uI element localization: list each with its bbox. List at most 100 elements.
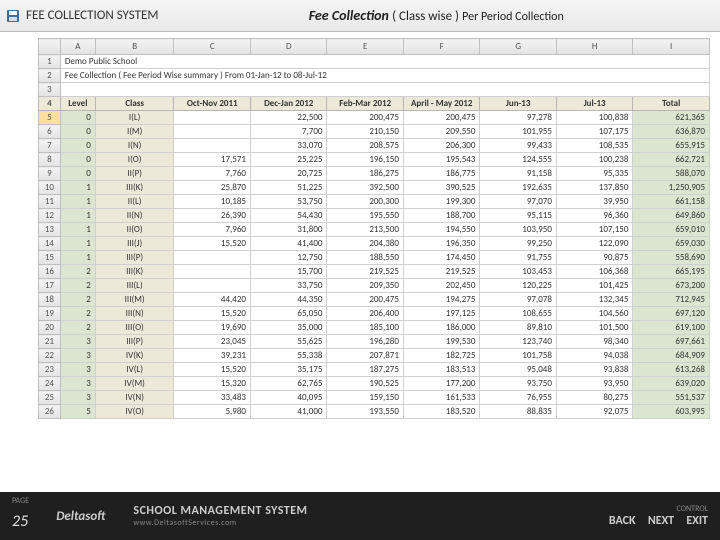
cell[interactable]: IV(K) [95,349,174,363]
cell[interactable]: 31,800 [250,223,326,237]
cell[interactable]: 91,158 [480,167,556,181]
cell[interactable]: 199,300 [403,195,479,209]
cell[interactable]: 182,725 [403,349,479,363]
cell[interactable]: 15,520 [174,237,250,251]
cell[interactable]: 197,125 [403,307,479,321]
cell[interactable]: II(P) [95,167,174,181]
cell[interactable]: 661,158 [633,195,710,209]
cell[interactable]: 35,175 [250,363,326,377]
report-title-cell[interactable]: Fee Collection ( Fee Period Wise summary… [60,69,709,83]
cell[interactable]: 186,275 [327,167,403,181]
cell[interactable]: 62,765 [250,377,326,391]
cell[interactable]: 202,450 [403,279,479,293]
row-header[interactable]: 23 [39,363,61,377]
cell[interactable]: 55,338 [250,349,326,363]
cell[interactable]: 20,725 [250,167,326,181]
cell[interactable]: 22,500 [250,111,326,125]
cell[interactable]: 91,755 [480,251,556,265]
cell[interactable]: 207,871 [327,349,403,363]
cell[interactable]: 90,875 [556,251,632,265]
cell[interactable]: 103,453 [480,265,556,279]
cell[interactable]: 0 [60,139,95,153]
cell[interactable]: 392,500 [327,181,403,195]
cell[interactable]: 1 [60,237,95,251]
cell[interactable]: 551,537 [633,391,710,405]
cell[interactable]: IV(O) [95,405,174,419]
cell[interactable]: 95,335 [556,167,632,181]
cell[interactable]: 97,078 [480,293,556,307]
cell[interactable]: 3 [60,391,95,405]
cell[interactable]: III(P) [95,335,174,349]
cell[interactable]: 1 [60,251,95,265]
cell[interactable]: 0 [60,111,95,125]
cell[interactable]: 101,955 [480,125,556,139]
cell[interactable]: 94,038 [556,349,632,363]
row-header[interactable]: 26 [39,405,61,419]
cell[interactable]: 209,550 [403,125,479,139]
col-header[interactable]: A [60,39,95,55]
cell[interactable]: 25,870 [174,181,250,195]
cell[interactable]: Feb-Mar 2012 [327,97,403,111]
cell[interactable]: 76,955 [480,391,556,405]
cell[interactable]: 194,275 [403,293,479,307]
cell[interactable]: 0 [60,125,95,139]
cell[interactable]: 636,870 [633,125,710,139]
cell[interactable]: 93,750 [480,377,556,391]
row-header[interactable]: 9 [39,167,61,181]
cell[interactable]: 101,425 [556,279,632,293]
cell[interactable]: 639,020 [633,377,710,391]
cell[interactable]: 99,433 [480,139,556,153]
next-button[interactable]: NEXT [648,514,674,528]
cell[interactable]: 1 [60,181,95,195]
cell[interactable]: 187,275 [327,363,403,377]
cell[interactable]: 101,758 [480,349,556,363]
cell[interactable]: 15,700 [250,265,326,279]
row-header[interactable]: 14 [39,237,61,251]
cell[interactable]: 183,513 [403,363,479,377]
cell[interactable]: 1 [60,195,95,209]
cell[interactable]: 210,150 [327,125,403,139]
cell[interactable]: 23,045 [174,335,250,349]
cell[interactable]: 93,838 [556,363,632,377]
cell[interactable]: 177,200 [403,377,479,391]
cell[interactable]: 41,000 [250,405,326,419]
cell[interactable]: 621,365 [633,111,710,125]
cell[interactable]: 1 [60,223,95,237]
cell[interactable]: 19,690 [174,321,250,335]
cell[interactable]: 2 [60,279,95,293]
spreadsheet-grid[interactable]: ABCDEFGHI1Demo Public School2Fee Collect… [38,38,710,480]
cell[interactable]: 53,750 [250,195,326,209]
cell[interactable]: III(L) [95,279,174,293]
row-header[interactable]: 17 [39,279,61,293]
cell[interactable]: 92,075 [556,405,632,419]
cell[interactable]: 80,275 [556,391,632,405]
cell[interactable]: 88,835 [480,405,556,419]
row-header[interactable]: 18 [39,293,61,307]
cell[interactable]: 185,100 [327,321,403,335]
row-header[interactable]: 12 [39,209,61,223]
cell[interactable]: II(N) [95,209,174,223]
cell[interactable]: III(K) [95,265,174,279]
col-header[interactable]: G [480,39,556,55]
cell[interactable]: 108,535 [556,139,632,153]
row-header[interactable]: 20 [39,321,61,335]
cell[interactable]: 196,150 [327,153,403,167]
cell[interactable]: 603,995 [633,405,710,419]
cell[interactable]: 132,345 [556,293,632,307]
row-header[interactable]: 6 [39,125,61,139]
cell[interactable]: 33,750 [250,279,326,293]
row-header[interactable]: 1 [39,55,61,69]
col-header[interactable]: D [250,39,326,55]
cell[interactable]: 12,750 [250,251,326,265]
row-header[interactable]: 15 [39,251,61,265]
cell[interactable]: III(K) [95,181,174,195]
cell[interactable]: 33,483 [174,391,250,405]
cell[interactable]: 7,760 [174,167,250,181]
cell[interactable]: 107,150 [556,223,632,237]
row-header[interactable]: 5 [39,111,61,125]
row-header[interactable]: 16 [39,265,61,279]
col-header[interactable]: B [95,39,174,55]
cell[interactable]: 7,700 [250,125,326,139]
cell[interactable]: 44,350 [250,293,326,307]
cell[interactable]: Total [633,97,710,111]
